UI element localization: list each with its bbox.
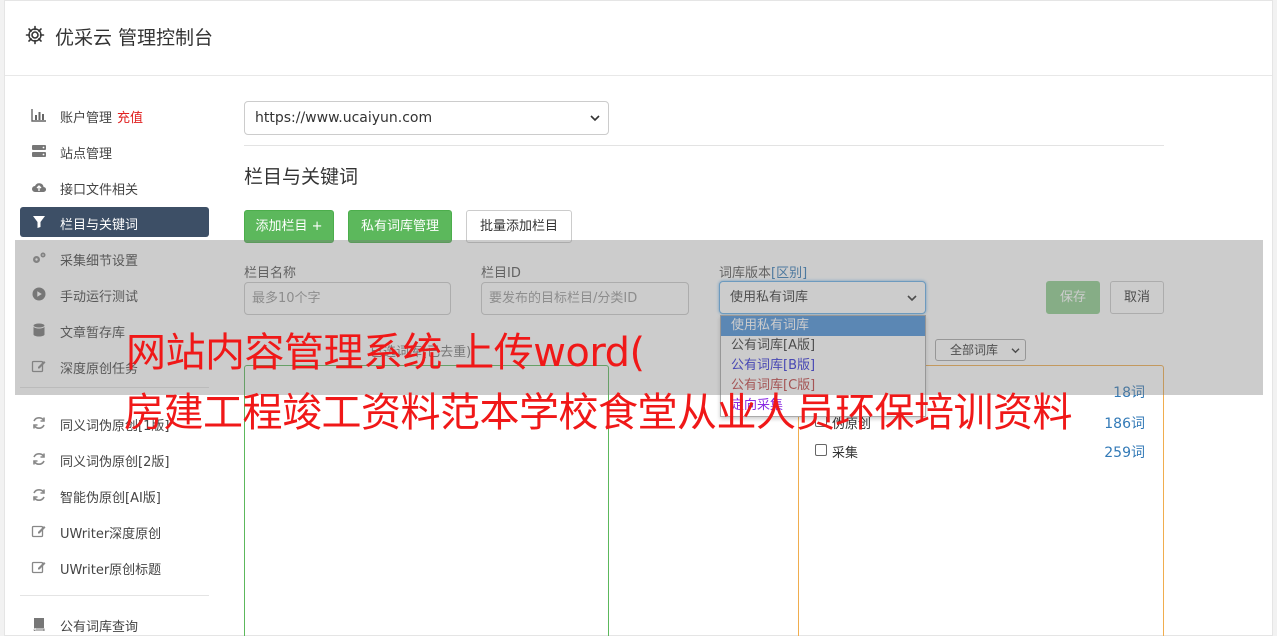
edit-icon [31, 561, 46, 574]
sidebar-item-uwriter-deep[interactable]: UWriter深度原创 [20, 516, 209, 546]
sidebar-divider [20, 595, 209, 596]
chevron-down-icon [590, 115, 600, 122]
overlay-text-line1: 网站内容管理系统 上传word( [126, 330, 645, 376]
refresh-icon [33, 417, 45, 429]
list-item[interactable]: 采集 259词 [815, 442, 1145, 461]
batch-add-button[interactable]: 批量添加栏目 [466, 210, 572, 243]
sidebar-item-synonym-v2[interactable]: 同义词伪原创[2版] [20, 444, 209, 474]
recharge-link[interactable]: 充值 [117, 111, 143, 126]
site-select[interactable]: https://www.ucaiyun.com [244, 101, 609, 135]
sidebar-item-label: UWriter深度原创 [60, 527, 162, 542]
sidebar-item-label: 公有词库查询 [60, 620, 139, 635]
sidebar-item-uwriter-title[interactable]: UWriter原创标题 [20, 552, 209, 582]
filter-icon [33, 216, 45, 228]
section-title: 栏目与关键词 [244, 166, 359, 188]
cloud-upload-icon [32, 183, 47, 193]
checkbox[interactable] [815, 444, 827, 456]
refresh-icon [33, 489, 45, 501]
sidebar-item-sites[interactable]: 站点管理 [20, 136, 209, 166]
bar-chart-icon [31, 109, 46, 122]
sidebar-item-label: 栏目与关键词 [60, 218, 139, 233]
server-icon [32, 145, 46, 157]
sidebar-item-ai-rewrite[interactable]: 智能伪原创[AI版] [20, 480, 209, 510]
sidebar-item-label: 同义词伪原创[2版] [60, 455, 170, 470]
sidebar-item-interface[interactable]: 接口文件相关 [20, 172, 209, 202]
sidebar-item-label: UWriter原创标题 [60, 563, 162, 578]
sidebar-item-label: 智能伪原创[AI版] [60, 491, 161, 506]
add-column-button[interactable]: 添加栏目 + [244, 210, 334, 243]
sidebar-item-public-lib[interactable]: 公有词库查询 [20, 609, 209, 636]
refresh-icon [33, 453, 45, 465]
sidebar-item-columns[interactable]: 栏目与关键词 [20, 207, 209, 237]
sidebar-item-label: 站点管理 [60, 147, 113, 162]
divider [244, 145, 1164, 146]
header: 优采云 管理控制台 [5, 1, 1272, 76]
private-lib-button[interactable]: 私有词库管理 [348, 210, 452, 243]
sidebar-item-label: 账户管理 [60, 111, 113, 126]
sidebar-item-account[interactable]: 账户管理 充值 [20, 100, 209, 130]
book-icon [33, 618, 45, 631]
sidebar-item-label: 接口文件相关 [60, 183, 139, 198]
overlay-text-line2: 房建工程竣工资料范本学校食堂从业人员环保培训资料 [124, 390, 1073, 436]
site-select-value: https://www.ucaiyun.com [255, 110, 433, 126]
gear-icon [25, 25, 45, 45]
page-title: 优采云 管理控制台 [55, 27, 214, 49]
edit-icon [31, 525, 46, 538]
